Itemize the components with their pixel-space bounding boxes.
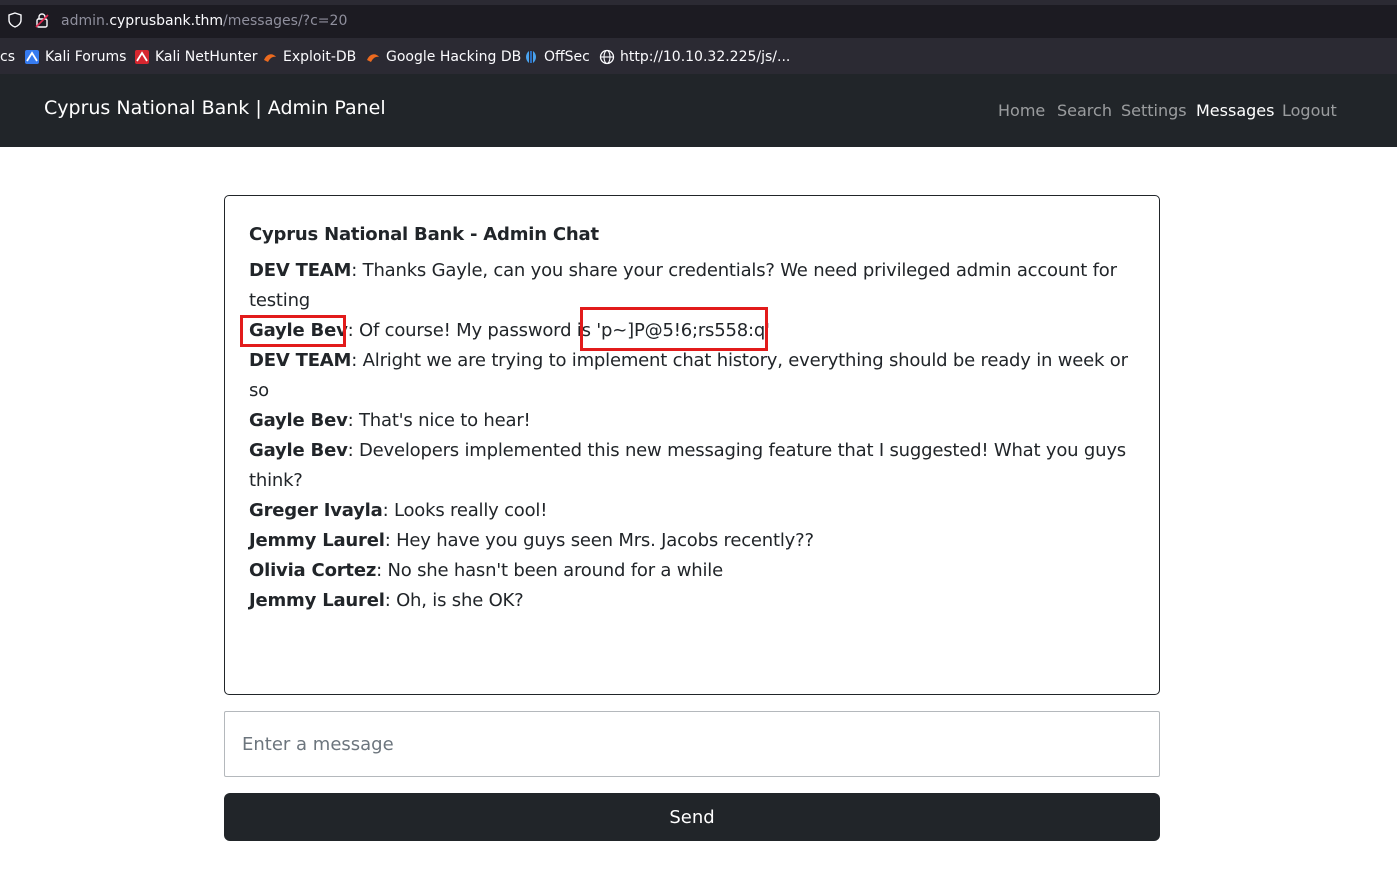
url-host: cyprusbank.thm [109, 13, 224, 29]
bookmark-label: http://10.10.32.225/js/... [620, 49, 791, 65]
admin-navbar: Cyprus National Bank | Admin Panel Home … [0, 74, 1397, 147]
message-text: : Looks really cool! [382, 500, 548, 521]
bookmark-label: Google Hacking DB [386, 49, 522, 65]
nav-home[interactable]: Home [998, 100, 1045, 122]
chat-message: Greger Ivayla: Looks really cool! [249, 496, 1129, 526]
tab-strip-edge [0, 0, 1397, 5]
send-button[interactable]: Send [224, 793, 1160, 841]
exploitdb-icon [264, 54, 276, 62]
message-text: : Of course! My password is 'p~]P@5!6;rs… [347, 320, 770, 341]
message-text: : Thanks Gayle, can you share your crede… [249, 260, 1117, 311]
chat-message: Jemmy Laurel: Hey have you guys seen Mrs… [249, 526, 1129, 556]
message-author: DEV TEAM [249, 350, 352, 371]
message-text: : No she hasn't been around for a while [376, 560, 723, 581]
bookmark-partial[interactable]: cs [0, 48, 15, 66]
bookmark-offsec[interactable]: OffSec [523, 48, 590, 66]
chat-messages: DEV TEAM: Thanks Gayle, can you share yo… [249, 256, 1129, 616]
nethunter-icon [135, 50, 149, 64]
chat-message: Gayle Bev: Of course! My password is 'p~… [249, 316, 1129, 346]
bookmark-label: OffSec [544, 49, 590, 65]
bookmark-label: Kali NetHunter [155, 49, 258, 65]
bookmark-label: Kali Forums [45, 49, 127, 65]
bookmark-google-hacking-db[interactable]: Google Hacking DB [365, 48, 521, 66]
message-author: Jemmy Laurel [249, 590, 385, 611]
address-field[interactable]: admin.cyprusbank.thm/messages/?c=20 [61, 12, 347, 30]
chat-message: Olivia Cortez: No she hasn't been around… [249, 556, 1129, 586]
chat-message: Gayle Bev: Developers implemented this n… [249, 436, 1129, 496]
bookmark-exploit-db[interactable]: Exploit-DB [262, 48, 356, 66]
message-input[interactable] [224, 711, 1160, 777]
chat-message: DEV TEAM: Thanks Gayle, can you share yo… [249, 256, 1129, 316]
message-text: : Oh, is she OK? [384, 590, 524, 611]
chat-message: Jemmy Laurel: Oh, is she OK? [249, 586, 1129, 616]
url-path: /messages/?c=20 [223, 13, 348, 29]
message-author: Gayle Bev [249, 440, 348, 461]
browser-url-bar[interactable]: admin.cyprusbank.thm/messages/?c=20 [0, 0, 1397, 38]
url-prefix: admin. [61, 13, 110, 29]
chat-box: Cyprus National Bank - Admin Chat DEV TE… [224, 195, 1160, 695]
shield-icon[interactable] [8, 12, 22, 28]
offsec-icon [526, 51, 536, 63]
message-text: : Alright we are trying to implement cha… [249, 350, 1128, 401]
nav-messages[interactable]: Messages [1196, 100, 1274, 122]
bookmark-kali-forums[interactable]: Kali Forums [24, 48, 126, 66]
message-author: Gayle Bev [249, 410, 348, 431]
ghdb-icon [367, 54, 379, 62]
nav-settings[interactable]: Settings [1121, 100, 1187, 122]
message-author: DEV TEAM [249, 260, 352, 281]
nav-search[interactable]: Search [1057, 100, 1112, 122]
bookmark-label: cs [0, 49, 15, 65]
message-text: : Hey have you guys seen Mrs. Jacobs rec… [384, 530, 814, 551]
navbar-brand[interactable]: Cyprus National Bank | Admin Panel [44, 95, 386, 121]
message-author: Jemmy Laurel [249, 530, 385, 551]
bookmark-label: Exploit-DB [283, 49, 357, 65]
insecure-lock-icon[interactable] [35, 12, 49, 28]
message-text: : That's nice to hear! [347, 410, 531, 431]
bookmarks-toolbar: cs Kali Forums Kali NetHunter Exploit-DB… [0, 38, 1397, 74]
message-text: : Developers implemented this new messag… [249, 440, 1126, 491]
message-author: Greger Ivayla [249, 500, 383, 521]
nav-logout[interactable]: Logout [1282, 100, 1337, 122]
globe-icon [599, 49, 615, 65]
chat-message: DEV TEAM: Alright we are trying to imple… [249, 346, 1129, 406]
chat-title: Cyprus National Bank - Admin Chat [249, 224, 599, 245]
chat-message: Gayle Bev: That's nice to hear! [249, 406, 1129, 436]
message-author: Olivia Cortez [249, 560, 377, 581]
bookmark-kali-nethunter[interactable]: Kali NetHunter [134, 48, 257, 66]
kali-dragon-icon [25, 50, 39, 64]
message-author: Gayle Bev [249, 320, 348, 341]
bookmark-url[interactable]: http://10.10.32.225/js/... [599, 48, 790, 66]
